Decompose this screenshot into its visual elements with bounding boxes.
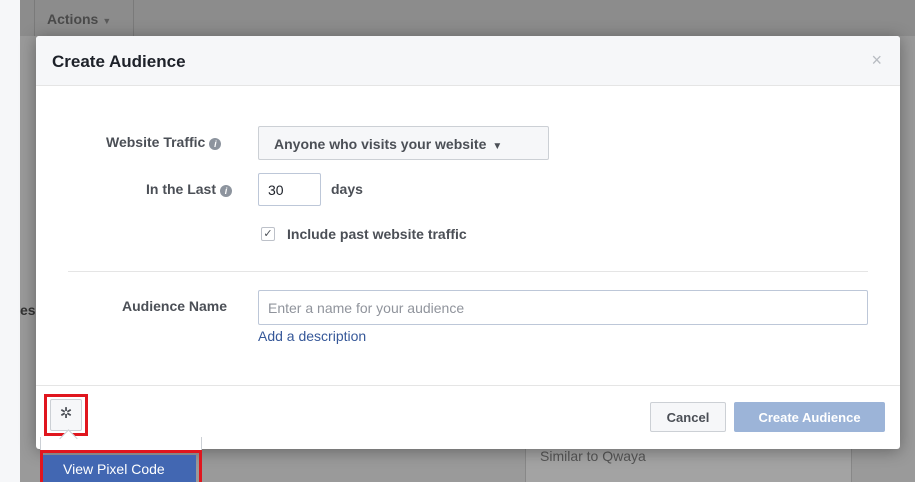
actions-label: Actions [47, 11, 99, 27]
days-input[interactable] [258, 173, 321, 206]
create-audience-button[interactable]: Create Audience [734, 402, 885, 432]
page-margin [0, 0, 20, 482]
pixel-code-highlight-box [40, 450, 202, 482]
audience-name-input[interactable] [258, 290, 868, 325]
gear-icon: ✲ [59, 405, 73, 422]
settings-gear-button[interactable]: ✲ [50, 399, 82, 431]
dialog-title: Create Audience [52, 52, 186, 71]
background-side-text: es [20, 302, 36, 318]
create-audience-dialog: Create Audience × Website Traffic i Anyon… [36, 36, 900, 449]
actions-dropdown: Actions ▼ [34, 0, 134, 36]
footer-divider [36, 385, 900, 386]
dialog-header: Create Audience × [36, 36, 900, 86]
info-icon[interactable]: i [220, 185, 233, 197]
include-past-label[interactable]: Include past website traffic [287, 226, 467, 242]
caret-down-icon: ▼ [492, 141, 503, 152]
cancel-button[interactable]: Cancel [650, 402, 726, 432]
include-past-checkbox[interactable]: ✓ [261, 227, 275, 241]
background-panel-text: Similar to Qwaya [540, 448, 646, 464]
add-description-link[interactable]: Add a description [258, 328, 366, 344]
info-icon[interactable]: i [209, 138, 222, 150]
website-traffic-label: Website Traffic i [106, 134, 222, 150]
section-divider [68, 271, 868, 272]
caret-down-icon: ▼ [102, 16, 112, 26]
days-unit-label: days [331, 181, 363, 197]
audience-name-label: Audience Name [122, 298, 228, 314]
checkmark-icon: ✓ [263, 228, 273, 240]
background-toolbar [20, 0, 915, 36]
in-the-last-label: In the Last i [146, 181, 233, 197]
website-traffic-select[interactable]: Anyone who visits your website ▼ [258, 126, 549, 160]
website-traffic-value: Anyone who visits your website [274, 136, 487, 152]
close-icon[interactable]: × [871, 50, 882, 71]
website-traffic-label-text: Website Traffic [106, 134, 206, 150]
in-the-last-label-text: In the Last [146, 181, 217, 197]
